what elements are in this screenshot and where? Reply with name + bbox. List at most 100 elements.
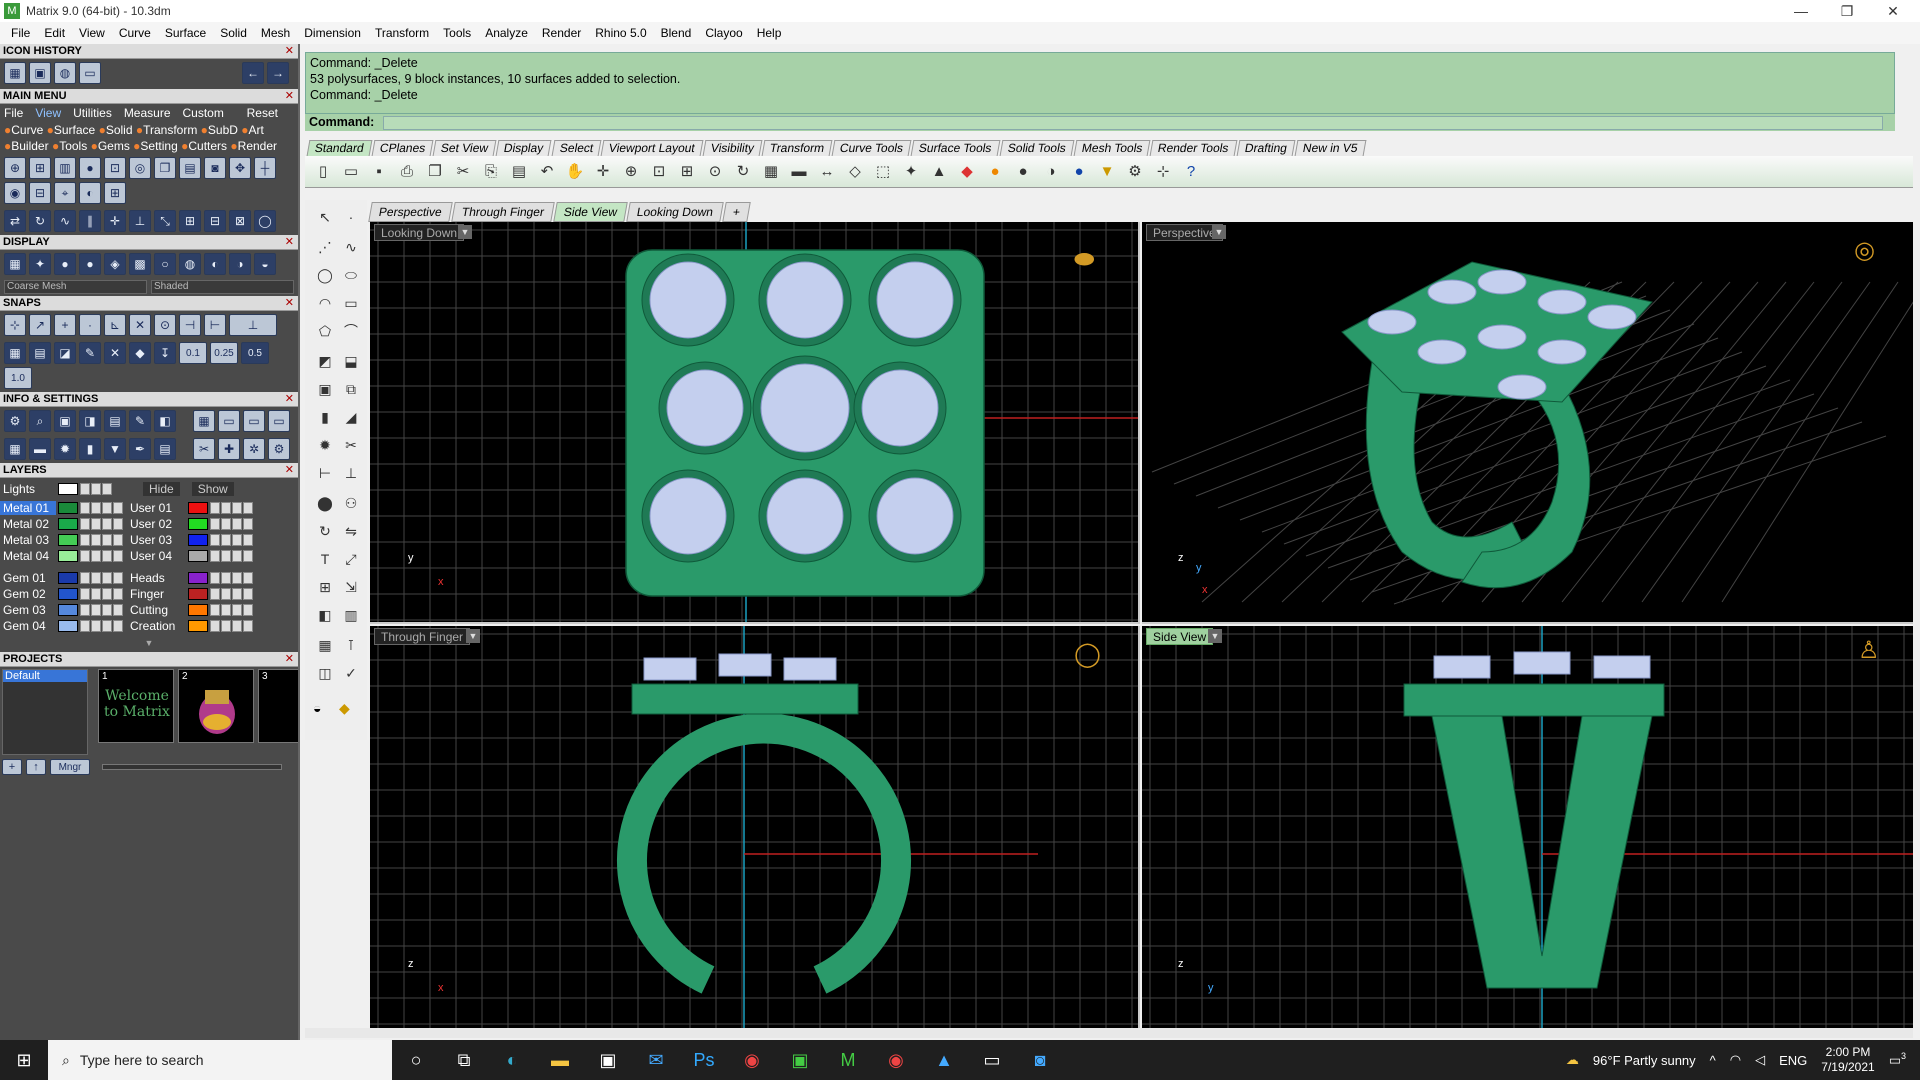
toolbar-tab-mesh-tools[interactable]: Mesh Tools	[1073, 140, 1151, 156]
mirror-tool-icon[interactable]: ⇋	[339, 520, 363, 542]
layer-render[interactable]	[232, 620, 242, 632]
options-icon[interactable]: ⊹	[1151, 160, 1175, 184]
shade-mode-select[interactable]: Shaded	[151, 280, 294, 294]
snap-value-01[interactable]: 0.1	[179, 342, 207, 364]
tray-chevron-icon[interactable]: ^	[1710, 1053, 1716, 1068]
grid-icon[interactable]: ▦	[4, 62, 26, 84]
mm-setting[interactable]: Setting	[140, 139, 177, 153]
toolbar-tab-drafting[interactable]: Drafting	[1236, 140, 1296, 156]
layer-print[interactable]	[243, 518, 253, 530]
chrome-icon[interactable]: ◉	[728, 1040, 776, 1080]
layer-name[interactable]: Cutting	[124, 603, 186, 617]
file-explorer-icon[interactable]: ▬	[536, 1040, 584, 1080]
layer-name[interactable]: Metal 04	[0, 549, 56, 563]
main-menu-utilities[interactable]: Utilities	[73, 106, 112, 120]
layer-lock[interactable]	[221, 588, 231, 600]
snap-mid-icon[interactable]: ·	[79, 314, 101, 336]
taskbar-search[interactable]: ⌕ Type here to search	[48, 1040, 392, 1080]
lights-toggle[interactable]	[80, 483, 90, 495]
menu-mesh[interactable]: Mesh	[254, 26, 297, 40]
layer-color-swatch[interactable]	[188, 588, 208, 600]
extrude-tool-icon[interactable]: ⬓	[339, 350, 363, 372]
filter-icon[interactable]: ▼	[104, 438, 126, 460]
layer-toggle[interactable]	[210, 550, 220, 562]
layer-color-swatch[interactable]	[58, 502, 78, 514]
render-sphere-icon[interactable]: ◒	[254, 253, 276, 275]
viewport-3-icon[interactable]: ▥	[54, 157, 76, 179]
layer-render[interactable]	[232, 518, 242, 530]
dimension-icon[interactable]: ↔	[815, 160, 839, 184]
layer-toggle[interactable]	[80, 572, 90, 584]
car-icon[interactable]: ▬	[787, 160, 811, 184]
print-icon[interactable]: ⎙	[395, 160, 419, 184]
layer-render[interactable]	[102, 620, 112, 632]
folder-icon[interactable]: ▭	[79, 62, 101, 84]
align-icon[interactable]: ⊥	[129, 210, 151, 232]
layer-render[interactable]	[102, 534, 112, 546]
project-scrollbar[interactable]	[102, 764, 282, 770]
camera-icon[interactable]: ◙	[204, 157, 226, 179]
open-folder-icon[interactable]: ▭	[339, 160, 363, 184]
fillet-tool-icon[interactable]: ◢	[339, 406, 363, 428]
manager-button[interactable]: Mngr	[50, 759, 90, 775]
forward-arrow-icon[interactable]: →	[267, 62, 289, 84]
search-icon[interactable]: ⌕	[29, 410, 51, 432]
lights-lock[interactable]	[91, 483, 101, 495]
globe-icon[interactable]: ◍	[54, 62, 76, 84]
grid-snap-icon[interactable]: ▦	[4, 342, 26, 364]
cortana-icon[interactable]: ○	[392, 1040, 440, 1080]
project-icon[interactable]: ↧	[154, 342, 176, 364]
layer-color-swatch[interactable]	[188, 572, 208, 584]
photoshop-icon[interactable]: Ps	[680, 1040, 728, 1080]
layer-render[interactable]	[232, 534, 242, 546]
pages-icon[interactable]: ▤	[179, 157, 201, 179]
menu-file[interactable]: File	[4, 26, 37, 40]
layers-color-icon[interactable]: ◆	[955, 160, 979, 184]
viewport-perspective[interactable]: Perspective ▼ ◎ z y x	[1142, 222, 1913, 624]
notification-icon[interactable]: ▭3	[1889, 1051, 1906, 1068]
close-icon[interactable]: ✕	[285, 89, 294, 104]
layer-color-swatch[interactable]	[188, 502, 208, 514]
zoom-extents-icon[interactable]: ⊞	[675, 160, 699, 184]
layer-lock[interactable]	[91, 550, 101, 562]
clock[interactable]: 2:00 PM 7/19/2021	[1821, 1045, 1874, 1075]
light-icon[interactable]: ✦	[29, 253, 51, 275]
snap-value-025[interactable]: 0.25	[210, 342, 238, 364]
lights-swatch[interactable]	[58, 483, 78, 495]
sphere-icon[interactable]: ●	[79, 157, 101, 179]
layer-name[interactable]: User 02	[124, 517, 186, 531]
toolbar-tab-surface-tools[interactable]: Surface Tools	[910, 140, 1001, 156]
bars-icon[interactable]: ∥	[79, 210, 101, 232]
copy-icon[interactable]: ⎘	[479, 160, 503, 184]
menu-clayoo[interactable]: Clayoo	[698, 26, 749, 40]
cylinder-icon[interactable]: ▮	[79, 438, 101, 460]
circle-tool-icon[interactable]: ◯	[313, 264, 337, 286]
paste-icon[interactable]: ▤	[507, 160, 531, 184]
layer-lock[interactable]	[221, 572, 231, 584]
show-button[interactable]: Show	[191, 482, 234, 496]
layer-name[interactable]: User 03	[124, 533, 186, 547]
ghost-icon[interactable]: ◈	[104, 253, 126, 275]
layer-lock[interactable]	[221, 534, 231, 546]
toolbar-tab-set-view[interactable]: Set View	[432, 140, 497, 156]
edge-icon[interactable]: ◐	[488, 1040, 536, 1080]
layer-lock[interactable]	[221, 502, 231, 514]
menu-tools[interactable]: Tools	[436, 26, 478, 40]
viewport-dropdown-icon[interactable]: ▼	[1208, 629, 1222, 643]
toolbar-tab-viewport-layout[interactable]: Viewport Layout	[600, 140, 704, 156]
report-icon[interactable]: ◧	[154, 410, 176, 432]
layer-toggle[interactable]	[80, 604, 90, 616]
close-icon[interactable]: ✕	[285, 392, 294, 407]
layer-print[interactable]	[113, 572, 123, 584]
project-default[interactable]: Default	[3, 670, 87, 682]
color-wheel-icon[interactable]: ●	[983, 160, 1007, 184]
store-icon[interactable]: ▣	[584, 1040, 632, 1080]
shaded-sphere-icon[interactable]: ●	[54, 253, 76, 275]
layer-render[interactable]	[232, 604, 242, 616]
layer-name[interactable]: Finger	[124, 587, 186, 601]
command-input[interactable]	[383, 116, 1883, 130]
flow-tool-icon[interactable]: ⇲	[339, 576, 363, 598]
project-tile-3[interactable]: 3	[258, 669, 298, 743]
layer-color-swatch[interactable]	[58, 518, 78, 530]
help-icon[interactable]: ?	[1179, 160, 1203, 184]
